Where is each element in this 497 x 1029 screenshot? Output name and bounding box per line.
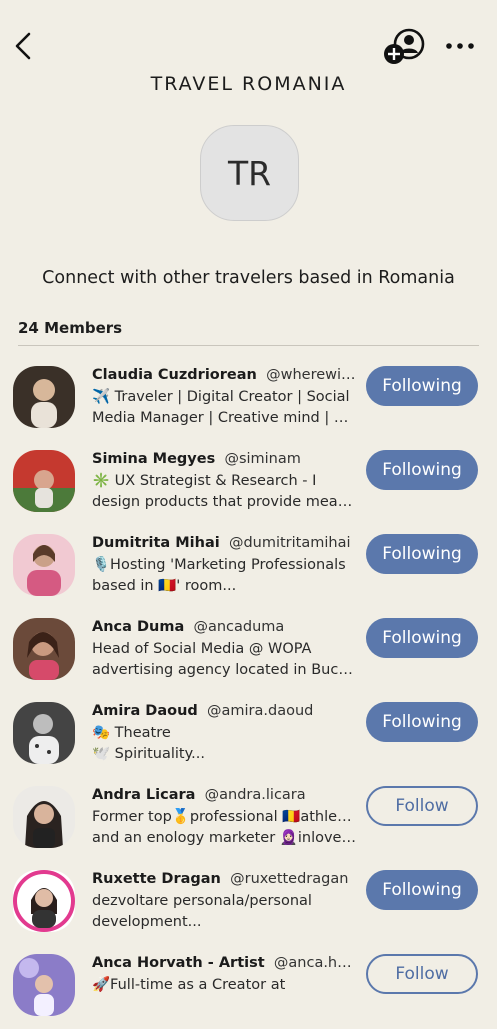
member-name[interactable]: Simina Megyes: [92, 451, 215, 467]
club-description: Connect with other travelers based in Ro…: [42, 268, 455, 288]
member-bio-line: based in 🇷🇴' room...: [92, 578, 237, 594]
member-avatar[interactable]: [13, 702, 75, 764]
member-handle: @wherewinds: [266, 367, 356, 383]
member-bio-line: dezvoltare personala/personal: [92, 892, 312, 909]
member-bio-line: ✳️ UX Strategist & Research - I: [92, 472, 317, 489]
member-bio-line: Head of Social Media @ WOPA: [92, 640, 312, 657]
member-name[interactable]: Claudia Cuzdriorean: [92, 367, 257, 383]
member-row[interactable]: Andra Licara @andra.licara Former top🥇pr…: [0, 777, 497, 861]
club-title: TRAVEL ROMANIA: [150, 73, 347, 95]
member-bio-line: 🎭 Theatre: [92, 724, 171, 741]
add-member-icon[interactable]: [382, 28, 428, 66]
member-text: Anca Duma @ancaduma Head of Social Media…: [92, 617, 356, 682]
member-bio-line: design products that provide meani...: [92, 494, 356, 510]
member-row[interactable]: Dumitrita Mihai @dumitritamihai 🎙️Hostin…: [0, 525, 497, 609]
member-avatar[interactable]: [13, 366, 75, 428]
member-avatar[interactable]: [13, 870, 75, 932]
member-text: Ruxette Dragan @ruxettedragan dezvoltare…: [92, 869, 356, 934]
member-bio-line: advertising agency located in Buch...: [92, 662, 356, 678]
member-text: Dumitrita Mihai @dumitritamihai 🎙️Hostin…: [92, 533, 356, 598]
member-bio-line: and an enology marketer 🧕🏻inloved...: [92, 830, 356, 846]
member-avatar[interactable]: [13, 786, 75, 848]
member-handle: @dumitritamihai: [228, 535, 351, 551]
member-bio-line: Media Manager | Creative mind | Vi...: [92, 410, 356, 426]
member-row[interactable]: Ruxette Dragan @ruxettedragan dezvoltare…: [0, 861, 497, 945]
club-avatar: TR: [200, 125, 299, 221]
members-count: 24 Members: [18, 319, 123, 337]
member-bio-line: development...: [92, 914, 202, 930]
following-button[interactable]: Following: [366, 450, 478, 490]
member-name[interactable]: Amira Daoud: [92, 703, 198, 719]
member-avatar[interactable]: [13, 450, 75, 512]
member-row[interactable]: Claudia Cuzdriorean @wherewinds ✈️ Trave…: [0, 357, 497, 441]
following-button[interactable]: Following: [366, 534, 478, 574]
member-handle: @andra.licara: [204, 787, 306, 803]
member-handle: @siminam: [224, 451, 301, 467]
member-handle: @ruxettedragan: [230, 871, 349, 887]
member-name[interactable]: Andra Licara: [92, 787, 195, 803]
follow-button[interactable]: Follow: [366, 954, 478, 994]
member-avatar[interactable]: [13, 534, 75, 596]
member-bio-line: Former top🥇professional 🇷🇴athlete,: [92, 808, 356, 825]
more-options-icon[interactable]: [444, 36, 476, 56]
member-name[interactable]: Anca Duma: [92, 619, 184, 635]
member-row[interactable]: Amira Daoud @amira.daoud 🎭 Theatre 🕊️ Sp…: [0, 693, 497, 777]
member-text: Amira Daoud @amira.daoud 🎭 Theatre 🕊️ Sp…: [92, 701, 356, 766]
following-button[interactable]: Following: [366, 618, 478, 658]
back-arrow-icon[interactable]: [10, 30, 38, 62]
following-button[interactable]: Following: [366, 366, 478, 406]
divider: [18, 345, 479, 346]
member-handle: @ancaduma: [193, 619, 285, 635]
member-name[interactable]: Anca Horvath - Artist: [92, 955, 265, 971]
club-avatar-initials: TR: [227, 153, 272, 193]
member-bio-line: 🕊️ Spirituality...: [92, 746, 205, 762]
member-handle: @anca.horva...: [273, 955, 356, 971]
member-name[interactable]: Ruxette Dragan: [92, 871, 221, 887]
following-button[interactable]: Following: [366, 870, 478, 910]
member-row[interactable]: Anca Horvath - Artist @anca.horva... 🚀Fu…: [0, 945, 497, 1029]
member-text: Andra Licara @andra.licara Former top🥇pr…: [92, 785, 356, 850]
member-row[interactable]: Anca Duma @ancaduma Head of Social Media…: [0, 609, 497, 693]
member-text: Anca Horvath - Artist @anca.horva... 🚀Fu…: [92, 953, 356, 996]
member-text: Claudia Cuzdriorean @wherewinds ✈️ Trave…: [92, 365, 356, 430]
following-button[interactable]: Following: [366, 702, 478, 742]
member-avatar[interactable]: [13, 618, 75, 680]
follow-button[interactable]: Follow: [366, 786, 478, 826]
member-handle: @amira.daoud: [207, 703, 314, 719]
member-text: Simina Megyes @siminam ✳️ UX Strategist …: [92, 449, 356, 514]
member-row[interactable]: Simina Megyes @siminam ✳️ UX Strategist …: [0, 441, 497, 525]
member-bio-line: 🚀Full-time as a Creator at: [92, 976, 286, 993]
member-bio-line: 🎙️Hosting 'Marketing Professionals: [92, 556, 346, 573]
member-bio-line: ✈️ Traveler | Digital Creator | Social: [92, 388, 350, 405]
top-bar: [0, 0, 497, 80]
member-avatar[interactable]: [13, 954, 75, 1016]
member-name[interactable]: Dumitrita Mihai: [92, 535, 220, 551]
